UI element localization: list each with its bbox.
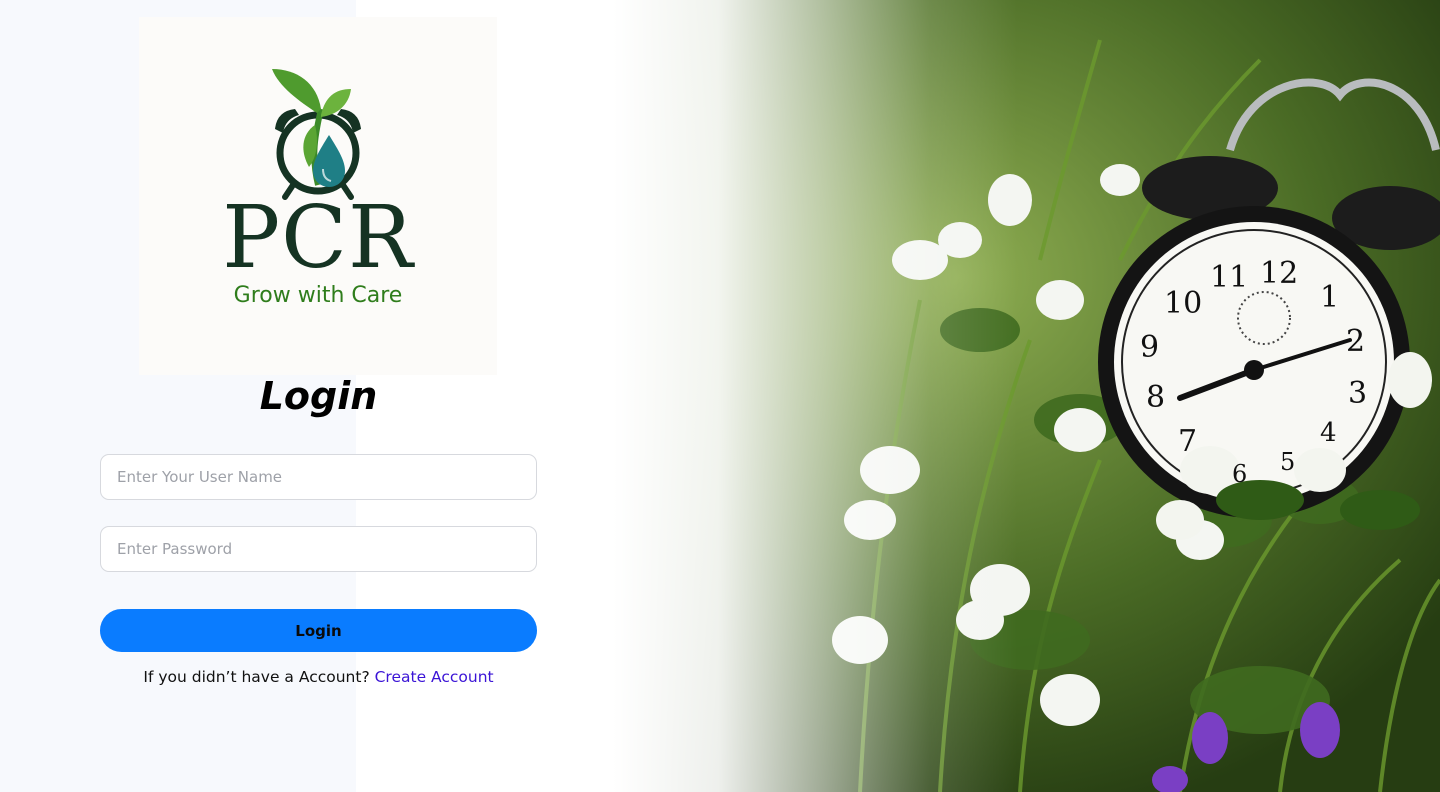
sprout-clock-logo-icon xyxy=(272,69,361,200)
signup-prompt-text: If you didn’t have a Account? xyxy=(143,668,370,686)
signup-prompt-line: If you didn’t have a Account? Create Acc… xyxy=(100,668,537,686)
image-fade-overlay xyxy=(560,0,1440,792)
create-account-link[interactable]: Create Account xyxy=(375,668,494,686)
brand-name: PCR xyxy=(222,188,414,288)
login-button[interactable]: Login xyxy=(100,609,537,652)
page-title: Login xyxy=(259,374,378,418)
brand-tagline: Grow with Care xyxy=(233,283,403,308)
background-photo: 12 1 2 3 4 5 6 7 8 9 10 11 xyxy=(560,0,1440,792)
logo-card: PCR Grow with Care xyxy=(139,17,497,375)
password-input[interactable] xyxy=(100,526,537,572)
username-input[interactable] xyxy=(100,454,537,500)
